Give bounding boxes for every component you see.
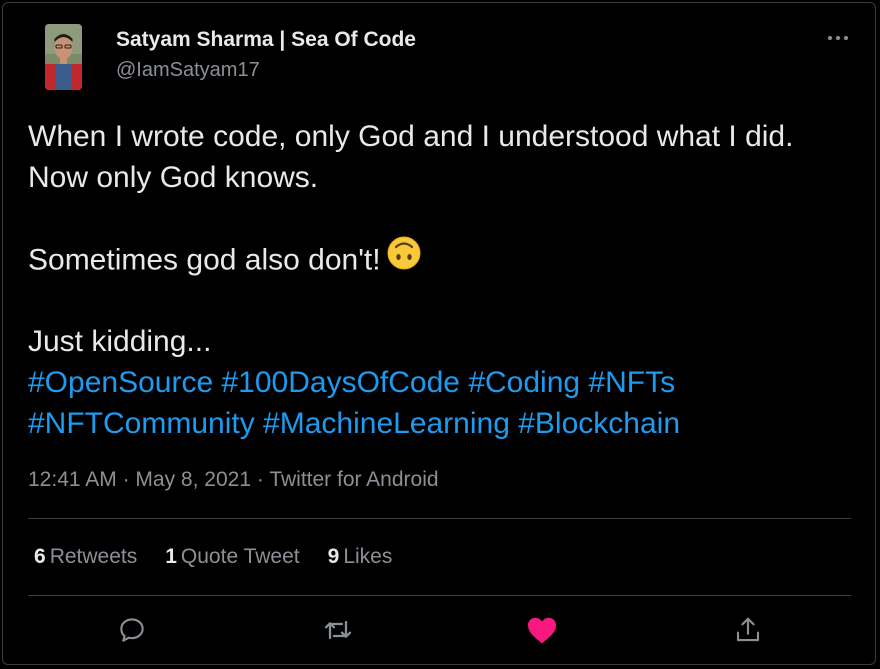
quotes-label: Quote Tweet xyxy=(180,545,300,568)
hashtag-link[interactable]: #NFTs xyxy=(588,366,675,399)
tweet-line-with-emoji: Sometimes god also don't! xyxy=(28,236,858,281)
hashtag-link[interactable]: #OpenSource xyxy=(28,366,213,399)
tweet-line: Just kidding... xyxy=(28,325,212,358)
retweets-count: 6 xyxy=(34,545,46,568)
like-button[interactable] xyxy=(524,612,560,648)
hashtag-line: #NFTCommunity #MachineLearning #Blockcha… xyxy=(28,403,858,444)
more-dot-icon xyxy=(828,36,832,40)
likes-count: 9 xyxy=(327,545,340,568)
tweet-stats: 6 Retweets 1 Quote Tweet 9 Likes xyxy=(34,545,392,569)
more-dot-icon xyxy=(836,36,840,40)
hashtag-link[interactable]: #Coding xyxy=(468,366,580,399)
hashtag-link[interactable]: #Blockchain xyxy=(518,407,680,440)
meta-separator: · xyxy=(122,468,130,491)
likes-stat[interactable]: 9 Likes xyxy=(328,545,393,569)
quote-tweets-stat[interactable]: 1 Quote Tweet xyxy=(165,545,299,569)
retweets-stat[interactable]: 6 Retweets xyxy=(34,545,137,569)
share-button[interactable] xyxy=(730,612,766,648)
likes-label: Likes xyxy=(343,545,393,568)
tweet-meta: 12:41 AM · May 8, 2021 · Twitter for And… xyxy=(28,468,439,492)
retweets-label: Retweets xyxy=(49,545,138,568)
action-bar xyxy=(0,612,880,652)
author-handle[interactable]: @IamSatyam17 xyxy=(116,59,260,82)
retweet-button[interactable] xyxy=(320,612,356,648)
avatar-image xyxy=(45,24,82,90)
hashtag-link[interactable]: #100DaysOfCode xyxy=(221,366,459,399)
retweet-icon xyxy=(324,620,352,640)
hashtag-link[interactable]: #NFTCommunity xyxy=(28,407,255,440)
quotes-count: 1 xyxy=(165,545,177,568)
tweet-text: When I wrote code, only God and I unders… xyxy=(28,116,858,444)
tweet-date[interactable]: May 8, 2021 xyxy=(135,468,251,491)
upside-down-face-icon xyxy=(387,236,421,281)
tweet-line: When I wrote code, only God and I unders… xyxy=(28,120,794,153)
more-options-button[interactable] xyxy=(820,24,856,52)
hashtag-link[interactable]: #MachineLearning xyxy=(263,407,510,440)
meta-separator: · xyxy=(256,468,264,491)
reply-icon xyxy=(120,618,144,642)
divider xyxy=(28,595,851,596)
share-icon xyxy=(736,617,760,642)
tweet-line: Now only God knows. xyxy=(28,161,319,194)
avatar[interactable] xyxy=(45,24,82,90)
tweet-source[interactable]: Twitter for Android xyxy=(269,468,438,491)
like-icon xyxy=(528,617,556,644)
tweet-line: Sometimes god also don't! xyxy=(28,243,381,277)
tweet-time[interactable]: 12:41 AM xyxy=(28,468,117,491)
author-display-name[interactable]: Satyam Sharma | Sea Of Code xyxy=(116,28,416,52)
reply-button[interactable] xyxy=(114,612,150,648)
more-dot-icon xyxy=(844,36,848,40)
hashtag-line: #OpenSource #100DaysOfCode #Coding #NFTs xyxy=(28,362,858,403)
divider xyxy=(28,518,851,519)
